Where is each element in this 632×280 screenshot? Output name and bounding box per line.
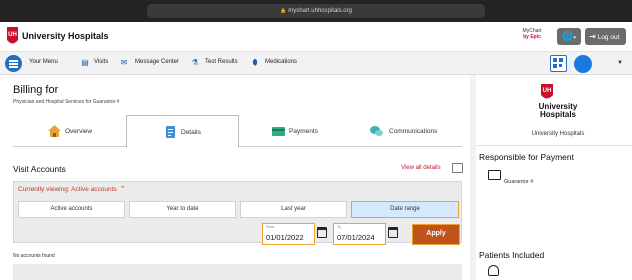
chevron-down-icon[interactable]: ▼ [617,60,623,66]
document-icon [166,126,175,138]
guarantor-label: Guarantor # [504,179,534,185]
nav-item-message-center[interactable]: Message Center [135,59,179,65]
printer-icon[interactable] [452,163,463,173]
hamburger-icon-line [9,66,18,68]
billing-tabs: Overview Details Payments Communications [13,115,462,148]
tab-overview[interactable]: Overview [13,115,126,147]
svg-text:UH: UH [8,32,17,38]
divider [476,145,632,146]
logout-button[interactable]: ⇥ Log out [585,28,626,45]
from-date-field[interactable]: From 01/01/2022 [262,223,315,245]
filter-panel: Currently viewing: Active accounts ⌃ Acti… [13,181,462,245]
house-icon [48,125,61,137]
to-date-label: To [337,225,341,229]
qr-block [553,58,557,62]
patients-title: Patients Included [479,250,545,260]
tab-communications[interactable]: Communications [351,115,462,147]
from-date-label: From [266,225,275,229]
menu-label[interactable]: Your Menu [29,59,58,65]
language-button[interactable]: 🌐▾ [557,28,581,45]
responsible-title: Responsible for Payment [479,152,574,162]
lock-icon: 🔒 [280,8,287,14]
site-header: UH University Hospitals MyChart by Epic … [0,22,632,52]
credit-card-icon [272,127,285,136]
calendar-icon[interactable] [388,227,398,238]
filter-active-accounts[interactable]: Active accounts [18,201,125,218]
id-card-icon [488,170,501,180]
page-title: Billing for [13,84,59,96]
avatar[interactable] [574,55,592,73]
billing-main: Billing for Physician and Hospital Servi… [0,75,470,280]
svg-text:UH: UH [543,88,552,94]
patient-icon [488,265,499,276]
uh-shield-logo-icon[interactable]: UH [6,26,19,48]
envelope-icon[interactable]: ✉ [119,58,129,68]
mychart-logo: MyChart by Epic [519,28,545,40]
calendar-icon[interactable] [317,227,327,238]
tab-communications-label: Communications [389,128,438,135]
tab-payments-label: Payments [289,128,318,135]
apply-button[interactable]: Apply [412,224,460,245]
no-accounts-message: No accounts found [13,253,55,259]
chat-bubbles-icon [370,126,383,136]
menu-button[interactable] [5,55,22,72]
tab-payments[interactable]: Payments [239,115,351,147]
qr-block [559,64,562,67]
address-bar-text: myshart.uhhospitals.org [288,8,352,14]
view-all-details-link[interactable]: View all details [401,165,441,171]
qr-block [559,58,563,62]
uh-shield-logo-icon: UH [541,84,553,99]
pill-icon[interactable]: ⬮ [250,58,260,68]
filter-last-year[interactable]: Last year [240,201,347,218]
clipboard-icon[interactable]: ▤ [80,58,90,68]
tab-details-label: Details [181,129,201,136]
results-card [13,264,462,280]
browser-chrome: 🔒 myshart.uhhospitals.org [0,0,632,22]
filter-year-to-date[interactable]: Year to date [129,201,236,218]
logout-label: Log out [597,34,620,41]
viewing-toggle[interactable]: Currently viewing: Active accounts ⌃ [18,185,126,193]
hamburger-icon-line [9,60,18,62]
brand-name[interactable]: University Hospitals [22,31,109,41]
page-subtitle: Physician and Hospital Services for Guar… [13,99,120,105]
tab-overview-label: Overview [65,128,93,135]
qr-block [553,64,557,68]
to-date-value: 07/01/2024 [337,233,375,242]
tab-details[interactable]: Details [126,115,239,148]
from-date-value: 01/01/2022 [266,233,304,242]
nav-bar: Your Menu ▤ Visits ✉ Message Center ⚗ Te… [0,52,632,75]
hamburger-icon-line [9,63,18,65]
visit-accounts-title: Visit Accounts [13,164,66,174]
filter-date-range[interactable]: Date range [351,201,459,218]
chevron-down-icon: ▾ [573,35,576,41]
to-date-field[interactable]: To 07/01/2024 [333,223,386,245]
qr-code-icon[interactable] [550,55,567,72]
chevron-up-icon: ⌃ [119,186,126,193]
nav-item-visits[interactable]: Visits [94,59,108,65]
org-name: University Hospitals [531,131,585,137]
guarantor-panel: UH University Hospitals University Hospi… [470,75,632,280]
org-logo-text: University Hospitals [538,102,578,119]
globe-icon: 🌐 [562,31,574,41]
address-bar[interactable]: 🔒 myshart.uhhospitals.org [147,4,485,18]
logout-icon: ⇥ [589,32,596,41]
nav-item-test-results[interactable]: Test Results [205,59,238,65]
viewing-label: Currently viewing: Active accounts [18,186,117,193]
flask-icon[interactable]: ⚗ [190,58,200,68]
nav-item-medications[interactable]: Medications [265,59,297,65]
mychart-line2: by Epic [523,34,541,40]
